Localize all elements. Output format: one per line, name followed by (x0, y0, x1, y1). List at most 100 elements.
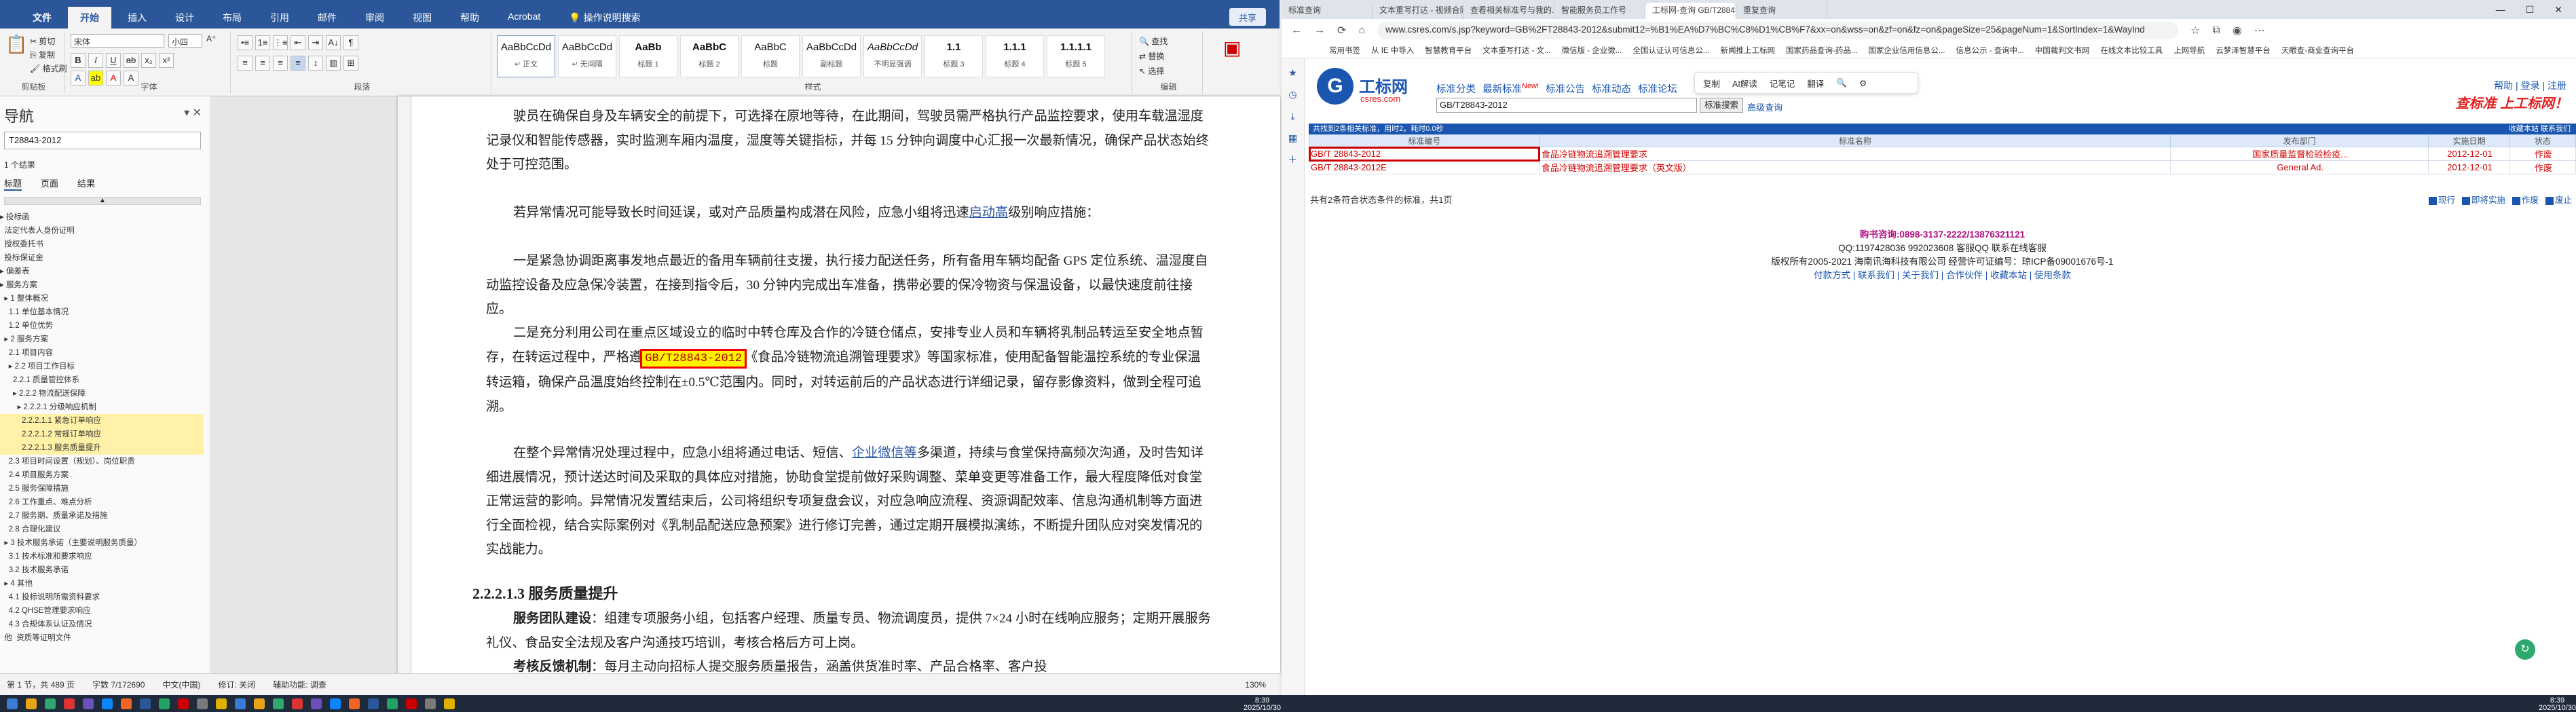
justify-button[interactable]: ≡ (291, 56, 305, 71)
bookmark-item[interactable]: 微信版 - 企业微... (1562, 45, 1622, 56)
bookmark-item[interactable]: 信息公示 - 查询中... (1956, 45, 2024, 56)
multilevel-button[interactable]: ⋮≡ (273, 35, 288, 50)
nav-outline-item[interactable]: ▸ 2.2 项目工作目标 (0, 360, 204, 373)
browser-tab-4[interactable]: 智能服务员工作号 (1554, 3, 1645, 19)
style-subtitle[interactable]: AaBbCcDd 副标题 (802, 35, 861, 77)
nav-outline-item[interactable]: 2.2.2.1.1 紧急订单响应 (0, 414, 204, 428)
style-no-spacing[interactable]: AaBbCcDd ↵ 无间隔 (558, 35, 616, 77)
style-heading-3[interactable]: 1.1 标题 3 (925, 35, 983, 77)
align-center-button[interactable]: ≡ (255, 56, 270, 71)
highlighted-standard-code[interactable]: GB/T28843-2012 (640, 348, 747, 369)
replace-button[interactable]: ⇄ 替换 (1139, 50, 1164, 62)
table-row[interactable]: GB/T 28843-2012E 食品冷链物流追溯管理要求（英文版） Gener… (1309, 160, 2576, 174)
status-track-changes[interactable]: 修订: 关闭 (218, 679, 255, 690)
result-code[interactable]: GB/T 28843-2012E (1309, 160, 1540, 174)
nav-outline-item[interactable]: 1.2 单位优势 (0, 319, 204, 333)
sidebar-add-icon[interactable]: ＋ (1286, 152, 1301, 167)
addin-icon[interactable]: ▣ (1223, 37, 1241, 59)
nav-news[interactable]: 标准动态 (1592, 81, 1631, 96)
sidebar-download-icon[interactable]: ⤓ (1286, 109, 1301, 124)
nav-outline-item[interactable]: ▸ 2.2.2.1 分级响应机制 (0, 400, 204, 414)
select-button[interactable]: ↖ 选择 (1139, 65, 1164, 77)
csres-logo-icon[interactable]: G (1317, 68, 1354, 105)
nav-outline-item[interactable]: ▸ 服务方案 (0, 278, 204, 292)
underline-button[interactable]: U (106, 53, 121, 68)
borders-button[interactable]: ⊞ (343, 56, 358, 71)
taskbar-app-icon[interactable] (197, 698, 208, 709)
taskbar-app-icon[interactable] (387, 698, 398, 709)
tab-insert[interactable]: 插入 (115, 7, 159, 29)
tab-review[interactable]: 审阅 (353, 7, 396, 29)
bookmark-item[interactable]: 全国认证认可信息公... (1632, 45, 1709, 56)
taskbar-app-icon[interactable] (311, 698, 322, 709)
bookmark-item[interactable]: 国家药品查询-药品... (1786, 45, 1857, 56)
popup-ai[interactable]: AI解读 (1732, 77, 1757, 90)
sidebar-favorites-icon[interactable]: ★ (1286, 65, 1301, 80)
copy-button[interactable]: ⎘ 复制 (30, 49, 55, 60)
nav-search-input[interactable]: T28843-2012 (4, 132, 201, 149)
style-title[interactable]: AaBbC 标题 (741, 35, 800, 77)
nav-category[interactable]: 标准分类 (1436, 81, 1476, 96)
browser-tab-2[interactable]: 文本重写打达 - 视频合同成... (1373, 3, 1463, 19)
nav-outline-item[interactable]: 4.2 QHSE管理要求响应 (0, 604, 204, 618)
taskbar-app-icon[interactable] (273, 698, 284, 709)
bookmark-item[interactable]: 常用书签 (1329, 45, 1360, 56)
filter-current[interactable]: 现行 (2428, 193, 2455, 206)
taskbar-app-icon[interactable] (45, 698, 56, 709)
standard-search-button[interactable]: 标准搜索 (1700, 98, 1743, 113)
status-accessibility[interactable]: 辅助功能: 调查 (273, 679, 326, 690)
taskbar-app-icon[interactable] (216, 698, 227, 709)
taskbar-app-icon[interactable] (64, 698, 75, 709)
tab-mailings[interactable]: 邮件 (305, 7, 349, 29)
zoom-level[interactable]: 130% (1245, 680, 1266, 690)
close-icon[interactable]: ✕ (2554, 4, 2562, 16)
taskbar-clock-right[interactable]: 8:39 2025/10/30 (2539, 697, 2576, 712)
style-normal[interactable]: AaBbCcDd ↵ 正文 (497, 35, 555, 77)
nav-notice[interactable]: 标准公告 (1546, 81, 1585, 96)
extensions-icon[interactable]: ⧉ (2212, 24, 2220, 37)
doc-link-2[interactable]: 企业微信等 (852, 446, 917, 460)
reload-icon[interactable]: ⟳ (1337, 24, 1346, 37)
font-size-select[interactable]: 小四 (168, 34, 202, 48)
tab-acrobat[interactable]: Acrobat (496, 7, 553, 29)
bookmark-item[interactable]: 上网导航 (2173, 45, 2205, 56)
popup-copy[interactable]: 复制 (1703, 77, 1720, 90)
taskbar-clock-left[interactable]: 8:39 2025/10/30 (1244, 697, 1281, 712)
nav-outline-item[interactable]: 4.1 投标说明所需资料要求 (0, 591, 204, 604)
show-marks-button[interactable]: ¶ (343, 35, 358, 50)
nav-forum[interactable]: 标准论坛 (1638, 81, 1677, 96)
nav-outline-item[interactable]: ▸ 1 整体概况 (0, 292, 204, 305)
nav-outline-item[interactable]: 3.2 技术服务承诺 (0, 563, 204, 577)
italic-button[interactable]: I (88, 53, 103, 68)
bookmark-item[interactable]: 天眼查-商业查询平台 (2281, 45, 2354, 56)
filter-obsolete[interactable]: 作废 (2512, 193, 2539, 206)
floating-assistant-icon[interactable]: ↻ (2515, 639, 2535, 660)
popup-settings-icon[interactable]: ⚙ (1859, 78, 1867, 88)
taskbar-app-icon[interactable] (254, 698, 265, 709)
status-language[interactable]: 中文(中国) (162, 679, 200, 690)
nav-outline-item[interactable]: 2.2.2.1.3 服务质量提升 (0, 441, 204, 455)
decrease-indent-button[interactable]: ⇤ (291, 35, 305, 50)
nav-outline-item[interactable]: 2.8 合理化建议 (0, 523, 204, 536)
taskbar-app-icon[interactable] (102, 698, 113, 709)
popup-note[interactable]: 记笔记 (1770, 77, 1795, 90)
nav-outline-item[interactable]: 他 资质等证明文件 (0, 631, 204, 645)
tab-references[interactable]: 引用 (258, 7, 301, 29)
table-row[interactable]: GB/T 28843-2012 食品冷链物流追溯管理要求 国家质量监督检验检疫.… (1308, 146, 2576, 162)
nav-outline-item[interactable]: 2.7 服务期、质量承诺及措施 (0, 509, 204, 523)
qq-info[interactable]: QQ:1197428036 992023608 客服QQ 联系在线客服 (1309, 242, 2576, 255)
browser-tab-3[interactable]: 查看相关标准号与我的... (1463, 3, 1554, 19)
popup-translate[interactable]: 翻译 (1807, 77, 1824, 90)
taskbar-app-icon[interactable] (292, 698, 303, 709)
profile-icon[interactable]: ◉ (2233, 24, 2242, 37)
nav-outline-item[interactable]: 2.2.1 质量管控体系 (0, 373, 204, 387)
taskbar-app-icon[interactable] (26, 698, 37, 709)
result-name[interactable]: 食品冷链物流追溯管理要求 (1539, 147, 2171, 161)
bookmark-item[interactable]: 国家企业信用信息公... (1868, 45, 1945, 56)
nav-outline-item[interactable]: ▸ 4 其他 (0, 577, 204, 591)
taskbar-app-icon[interactable] (444, 698, 455, 709)
footer-links[interactable]: 付款方式 | 联系我们 | 关于我们 | 合作伙伴 | 收藏本站 | 使用条款 (1309, 269, 2576, 282)
align-right-button[interactable]: ≡ (273, 56, 288, 71)
find-button[interactable]: 🔍 查找 (1139, 35, 1168, 47)
site-links[interactable]: 收藏本站 联系我们 (2509, 124, 2571, 134)
